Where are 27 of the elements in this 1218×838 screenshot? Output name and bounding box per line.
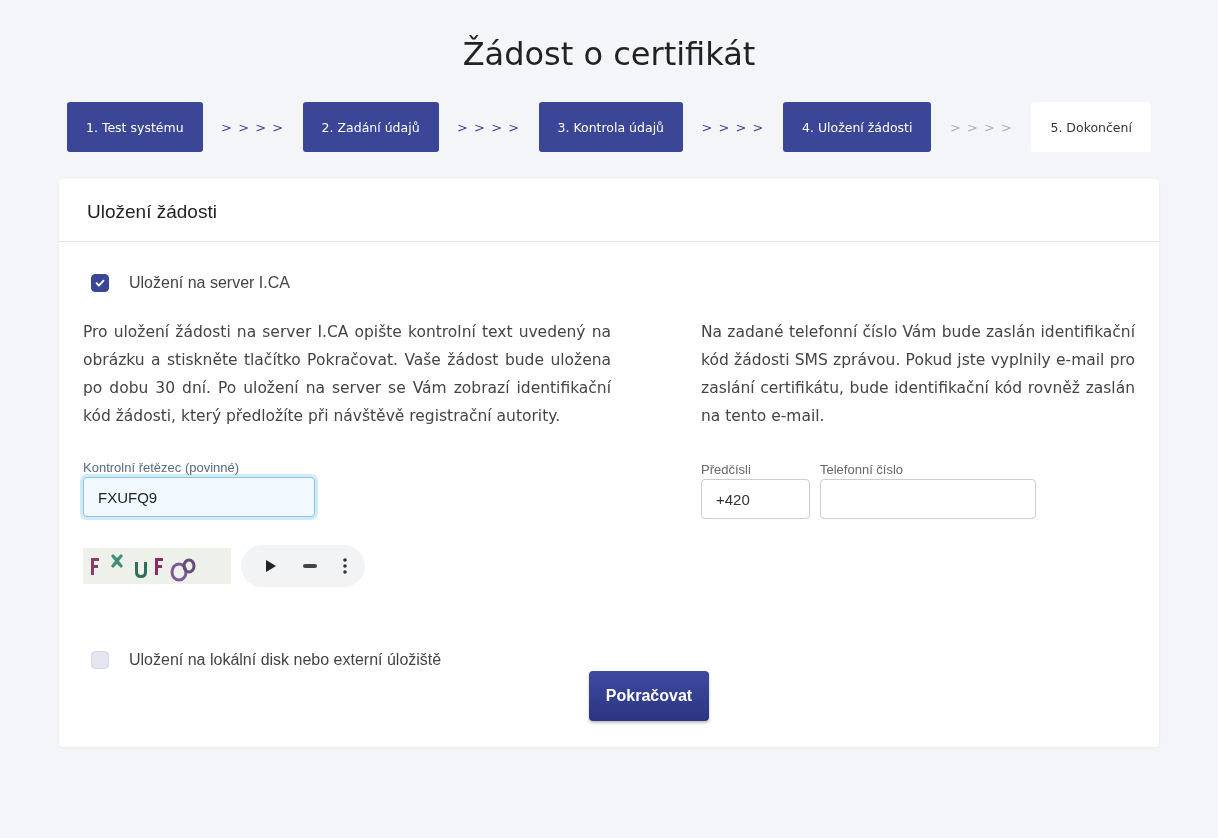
- step-separator: > > > >: [457, 119, 521, 135]
- card-heading: Uložení žádosti: [87, 201, 218, 223]
- sms-info-text: Na zadané telefonní číslo Vám bude zaslán identifikační kód žádosti SMS zprávou. Pokud jste vyplnily e-mail pro zaslání certifikátu, bude identifikační kód rovněž zaslán na tento e-mail.: [701, 322, 1135, 427]
- prefix-input[interactable]: +420: [701, 479, 810, 519]
- step-separator: > > > >: [950, 119, 1013, 135]
- checkbox-label: Uložení na lokální disk nebo externí úložiště: [129, 651, 442, 669]
- field-label: Předčísli: [701, 462, 752, 477]
- field-label: Telefonní číslo: [820, 462, 905, 477]
- volume-icon[interactable]: [303, 564, 317, 568]
- captcha-input[interactable]: FXUFQ9: [83, 477, 315, 517]
- phone-input[interactable]: [820, 479, 1036, 519]
- step-tab[interactable]: 5. Dokončení: [1031, 102, 1151, 152]
- step-tab[interactable]: 3. Kontrola údajů: [538, 102, 684, 152]
- continue-button[interactable]: Pokračovat: [588, 671, 710, 721]
- step-separator: > > > >: [221, 119, 285, 135]
- step-tab[interactable]: 2. Zadání údajů: [302, 102, 439, 152]
- step-tab[interactable]: 1. Test systému: [67, 102, 203, 152]
- play-icon[interactable]: [265, 559, 277, 573]
- step-tab[interactable]: 4. Uložení žádosti: [783, 102, 932, 152]
- more-icon[interactable]: [343, 558, 347, 574]
- field-label: Kontrolní řetězec (povinné): [83, 460, 241, 475]
- instruction-text: Pro uložení žádosti na server I.CA opište kontrolní text uvedený na obrázku a stiskněte tlačítko Pokračovat. Vaše žádost bude uložena po dobu 30 dní. Po uložení na server se Vám zobrazí identifikační kód žádosti, který předložíte při návštěvě registrační autority.: [83, 322, 611, 427]
- check-icon: [94, 277, 106, 289]
- checkbox[interactable]: [91, 274, 109, 292]
- step-separator: > > > >: [701, 119, 765, 135]
- page-title: Žádost o certifikát: [462, 34, 756, 75]
- checkbox-label: Uložení na server I.CA: [129, 274, 290, 292]
